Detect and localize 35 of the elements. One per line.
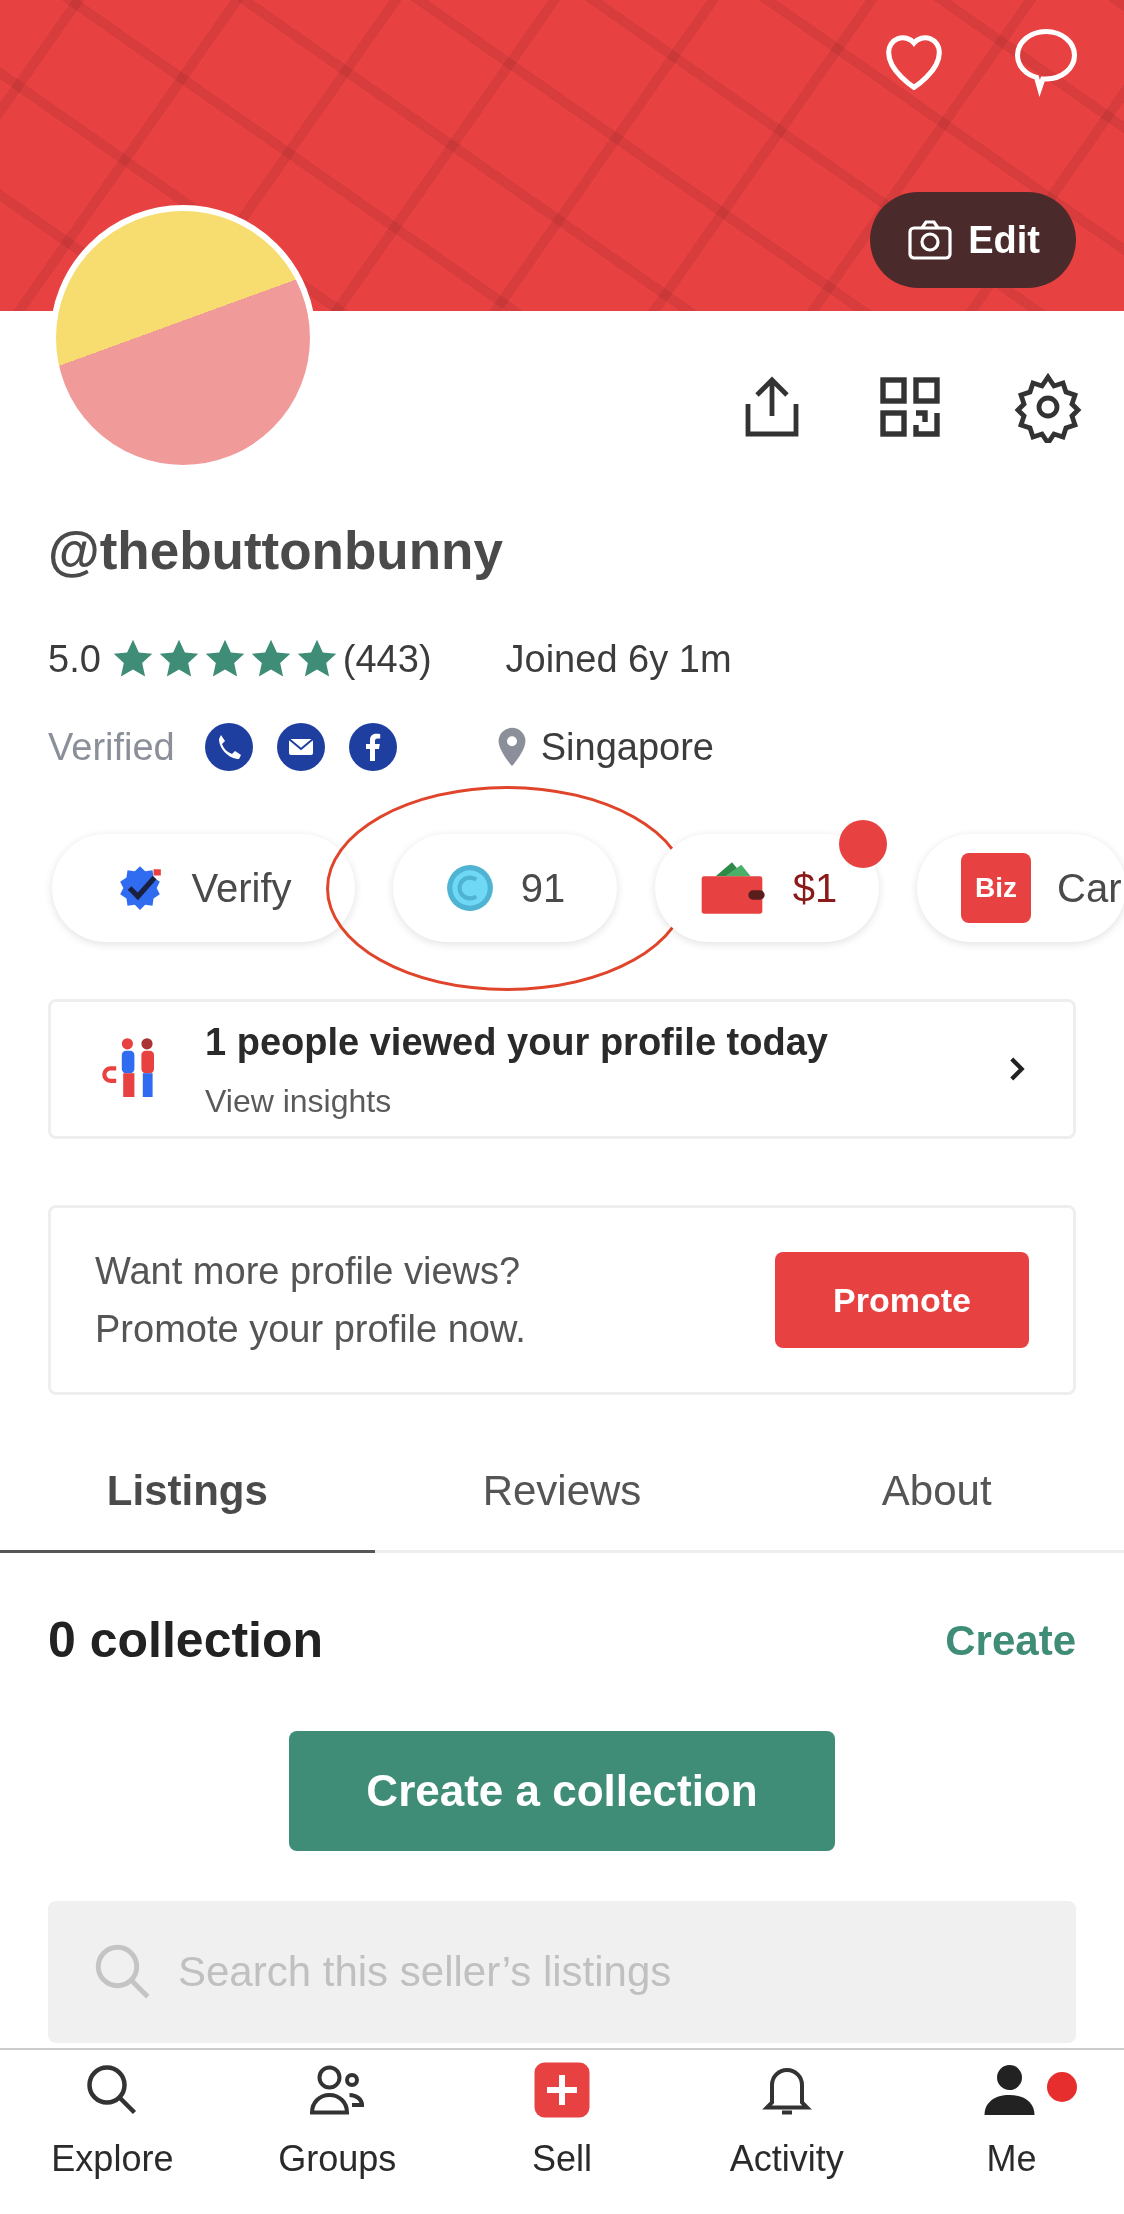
plus-icon: [532, 2060, 592, 2120]
promo-text: Promote your profile now.: [95, 1307, 527, 1352]
quick-action-chip[interactable]: Biz Car: [917, 834, 1124, 942]
coin-icon: [444, 863, 495, 913]
edit-cover-button[interactable]: Edit: [870, 192, 1076, 288]
promo-text: Want more profile views?: [95, 1249, 522, 1294]
profile-views-title: 1 people viewed your profile today: [205, 1019, 829, 1065]
insights-card[interactable]: 1 people viewed your profile today View insights: [48, 999, 1076, 1139]
nav-tab[interactable]: Me: [899, 2050, 1124, 2214]
profile-tab[interactable]: Listings: [0, 1431, 375, 1553]
facebook-icon: [348, 723, 397, 771]
create-collection-button[interactable]: Create a collection: [289, 1731, 835, 1851]
verified-label: Verified: [48, 724, 175, 770]
nav-tab[interactable]: Explore: [0, 2050, 225, 2214]
view-insights-link[interactable]: View insights: [205, 1076, 999, 1125]
quick-action-chip[interactable]: $1: [655, 834, 879, 942]
username: @thebuttonbunny: [48, 520, 504, 582]
phone-icon: [204, 723, 253, 771]
settings-icon[interactable]: [1012, 371, 1084, 443]
quick-action-chip[interactable]: 91: [393, 834, 617, 942]
collection-count: 0 collection: [48, 1610, 324, 1670]
profile-tab[interactable]: Reviews: [374, 1431, 750, 1553]
joined-duration: Joined 6y 1m: [505, 636, 732, 682]
review-count: (443): [342, 636, 432, 682]
nav-tab[interactable]: Groups: [224, 2050, 450, 2214]
promote-button[interactable]: Promote: [775, 1252, 1029, 1348]
create-link[interactable]: Create: [945, 1608, 1076, 1672]
nav-tab[interactable]: Activity: [674, 2050, 900, 2214]
mail-icon: [276, 723, 325, 771]
quick-action-chip[interactable]: Verify: [52, 834, 355, 942]
biz-icon: Biz: [961, 853, 1031, 923]
nav-tab[interactable]: Sell: [449, 2050, 675, 2214]
profile-tab[interactable]: About: [749, 1431, 1124, 1553]
rating-value: 5.0: [48, 636, 101, 682]
location: Singapore: [540, 724, 714, 770]
